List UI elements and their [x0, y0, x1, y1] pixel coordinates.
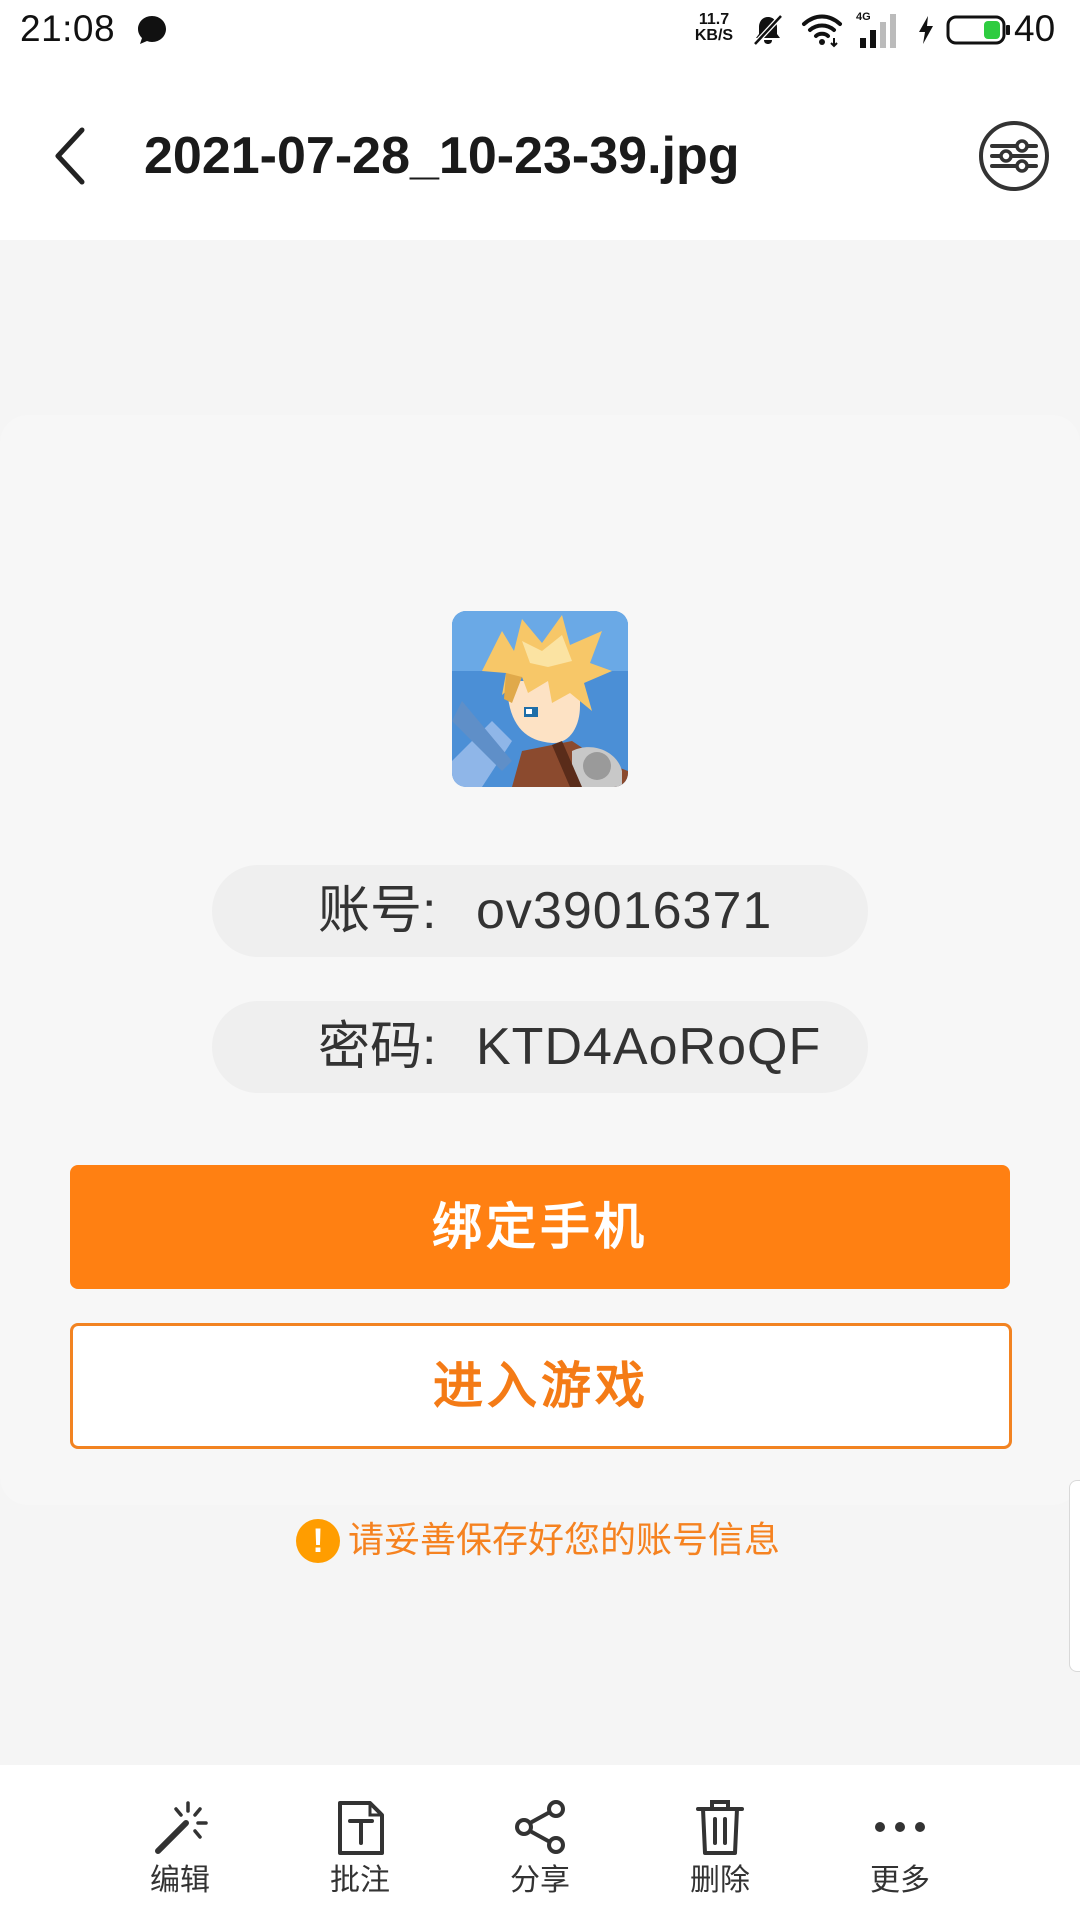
network-speed-unit: KB/S — [694, 27, 734, 44]
password-field: 密码: KTD4AoRoQF — [212, 1001, 868, 1093]
charging-bolt-icon — [919, 16, 933, 44]
chat-bubble-icon — [138, 16, 166, 44]
bind-phone-button: 绑定手机 — [70, 1165, 1010, 1289]
network-speed: 11.7 KB/S — [692, 12, 736, 44]
annotate-icon — [338, 1801, 384, 1855]
cellular-signal-icon: 4G — [856, 11, 896, 48]
magic-wand-icon — [155, 1801, 208, 1854]
adjust-settings-icon[interactable] — [976, 118, 1052, 194]
battery-level: 40 — [1014, 8, 1056, 49]
edit-label: 编辑 — [150, 1863, 210, 1898]
warning-text: 请妥善保存好您的账号信息 — [348, 1520, 781, 1561]
screenshot-card: 账号: ov39016371 密码: KTD4AoRoQF 绑定手机 进入游戏 … — [0, 415, 1080, 1563]
network-speed-value: 11.7 — [698, 11, 730, 28]
account-field: 账号: ov39016371 — [212, 865, 868, 957]
password-label: 密码: — [318, 1018, 437, 1076]
annotate-button[interactable]: 批注 — [300, 1797, 420, 1907]
more-button[interactable]: 更多 — [840, 1797, 960, 1907]
game-app-icon — [452, 611, 628, 787]
delete-button[interactable]: 删除 — [660, 1797, 780, 1907]
battery-icon — [946, 15, 1010, 45]
account-label: 账号: — [318, 882, 437, 940]
network-type-label: 4G — [856, 11, 871, 23]
app-header: 2021-07-28_10-23-39.jpg — [0, 60, 1080, 240]
game-character-image — [452, 611, 628, 787]
back-arrow-icon[interactable] — [44, 120, 100, 192]
mute-bell-icon — [753, 14, 783, 46]
share-button[interactable]: 分享 — [480, 1797, 600, 1907]
image-viewer[interactable]: 账号: ov39016371 密码: KTD4AoRoQF 绑定手机 进入游戏 … — [0, 240, 1080, 1765]
status-bar: 21:08 11.7 KB/S 4G 40 — [0, 0, 1080, 60]
share-icon — [515, 1800, 565, 1854]
more-label: 更多 — [870, 1863, 930, 1898]
edit-button[interactable]: 编辑 — [120, 1797, 240, 1907]
password-value: KTD4AoRoQF — [476, 1018, 822, 1076]
share-label: 分享 — [510, 1863, 570, 1898]
side-scroll-handle[interactable] — [1069, 1480, 1080, 1672]
account-value: ov39016371 — [476, 882, 773, 940]
status-time: 21:08 — [20, 8, 116, 49]
annotate-label: 批注 — [330, 1863, 390, 1898]
trash-icon — [696, 1800, 744, 1855]
bottom-toolbar: 编辑 批注 分享 删除 更多 — [0, 1765, 1080, 1920]
enter-game-button: 进入游戏 — [70, 1323, 1012, 1449]
more-icon — [875, 1822, 925, 1832]
warning-icon: ! — [296, 1519, 340, 1563]
delete-label: 删除 — [690, 1863, 750, 1898]
wifi-icon — [802, 14, 842, 48]
file-title: 2021-07-28_10-23-39.jpg — [144, 127, 740, 185]
